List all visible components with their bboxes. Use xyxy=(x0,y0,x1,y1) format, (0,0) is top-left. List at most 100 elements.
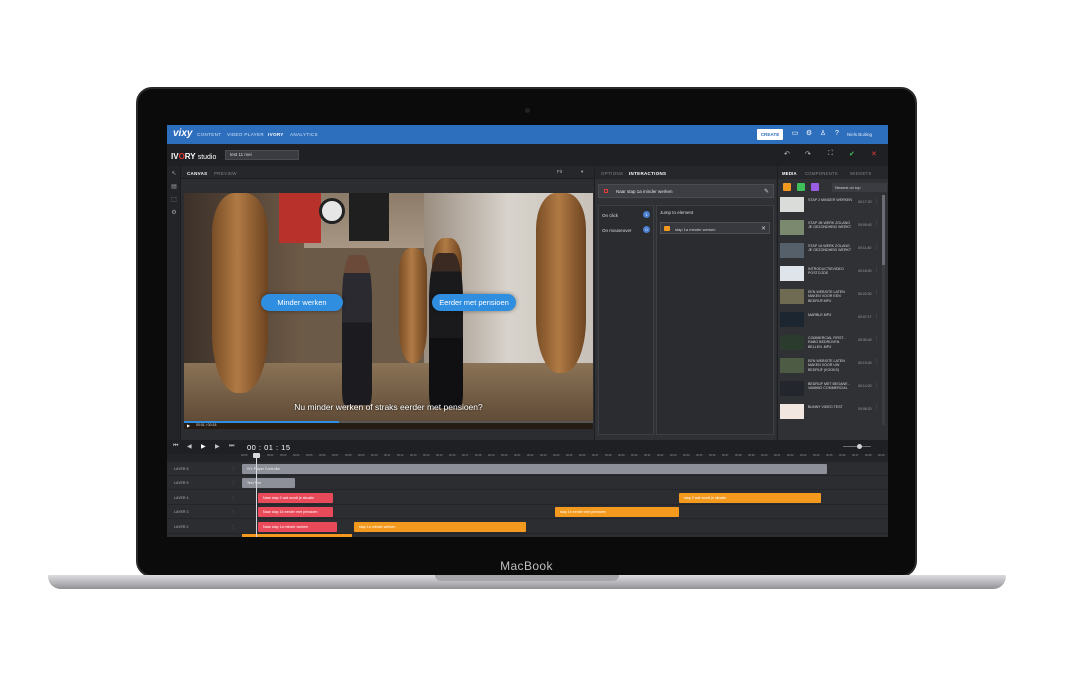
drag-handle-icon[interactable]: ⋮ xyxy=(231,480,235,485)
drag-handle-icon[interactable]: ⋮ xyxy=(231,509,235,514)
skip-start-icon[interactable]: ⏮ xyxy=(173,443,178,450)
fullscreen-icon[interactable]: ⛶ xyxy=(828,150,833,158)
pencil-icon[interactable]: ✎ xyxy=(764,188,769,195)
hotspot-minder-werken[interactable]: Minder werken xyxy=(261,294,343,311)
folder-icon[interactable]: ▭ xyxy=(791,130,799,138)
skip-end-icon[interactable]: ⏭ xyxy=(229,443,234,450)
timeline-ruler[interactable]: 00:0000:0100:0200:0300:0400:0500:0600:07… xyxy=(167,454,888,462)
more-icon[interactable]: ⋮ xyxy=(874,267,879,273)
more-icon[interactable]: ⋮ xyxy=(874,382,879,388)
media-item[interactable]: INTRODUCTIEVIDEO POSTCODE 00:18:00 ⋮ xyxy=(780,265,880,284)
timeline-clip[interactable]: Naar stap 1a minder werken xyxy=(258,521,337,532)
top-nav: vixy CONTENT VIDEO PLAYER IVORY ANALYTIC… xyxy=(167,125,888,144)
video-progress[interactable] xyxy=(184,421,593,423)
user-name[interactable]: Niels Buiting xyxy=(847,132,872,137)
brand-logo[interactable]: vixy xyxy=(173,128,192,139)
ruler-tick-label: 00:05 xyxy=(306,454,313,457)
step-forward-icon[interactable]: ▶ xyxy=(215,443,220,450)
redo-icon[interactable]: ↷ xyxy=(805,150,811,158)
tab-preview[interactable]: PREVIEW xyxy=(214,171,237,176)
nav-analytics[interactable]: ANALYTICS xyxy=(290,132,318,137)
video-stage[interactable]: Minder werken Eerder met pensioen Nu min… xyxy=(184,193,593,429)
settings-tool-icon[interactable]: ⚙ xyxy=(170,209,178,217)
media-item[interactable]: EEN WEBSITE LATEN MAKEN VOOR UW BEDRIJF … xyxy=(780,357,880,376)
timeline-clip[interactable]: Test Text xyxy=(242,478,295,489)
gear-icon[interactable]: ⚙ xyxy=(805,130,813,138)
timeline-transport: ⏮ ◀ ▶ ▶ ⏭ 00 : 01 : 15 xyxy=(167,440,888,454)
nav-content[interactable]: CONTENT xyxy=(197,132,221,137)
nav-ivory[interactable]: IVORY xyxy=(268,132,284,137)
nav-video-player[interactable]: VIDEO PLAYER xyxy=(227,132,264,137)
undo-icon[interactable]: ↶ xyxy=(784,150,790,158)
hotspot-eerder-met-pensioen[interactable]: Eerder met pensioen xyxy=(432,294,516,311)
timeline-clip[interactable]: stap 2 wat wordt je situatie xyxy=(679,492,821,503)
image-filter-icon[interactable] xyxy=(797,183,805,191)
timeline-clip[interactable]: Naar stap 2 wat wordt je situatie xyxy=(258,492,333,503)
more-icon[interactable]: ⋮ xyxy=(874,198,879,204)
tab-canvas[interactable]: CANVAS xyxy=(187,171,207,176)
more-icon[interactable]: ⋮ xyxy=(874,336,879,342)
more-icon[interactable]: ⋮ xyxy=(874,359,879,365)
zoom-select[interactable]: Fit ▾ xyxy=(557,169,587,177)
drag-handle-icon[interactable]: ⋮ xyxy=(231,466,235,471)
ruler-tick-label: 00:03 xyxy=(280,454,287,457)
timeline-clip[interactable]: stap 1a minder werken xyxy=(354,521,526,532)
timeline-clip[interactable]: IVY Player Controller xyxy=(242,464,827,474)
save-check-icon[interactable]: ✔ xyxy=(849,150,855,158)
close-icon[interactable]: ✕ xyxy=(871,150,877,158)
play-icon[interactable]: ▶ xyxy=(201,443,206,450)
media-thumbnail xyxy=(780,404,804,419)
media-item[interactable]: EEN WEBSITE LATEN MAKEN VOOR EEN BEDRIJF… xyxy=(780,288,880,307)
action-type-select[interactable]: Jump to element xyxy=(660,210,768,218)
audio-filter-icon[interactable] xyxy=(811,183,819,191)
project-select[interactable]: test 11 mei xyxy=(225,150,299,160)
play-icon[interactable]: ▶ xyxy=(187,423,190,428)
media-duration: 00:14:20 xyxy=(858,384,872,388)
media-item[interactable]: MARBLE.MP4 00:07:17 ⋮ xyxy=(780,311,880,330)
more-icon[interactable]: ⋮ xyxy=(874,244,879,250)
media-item[interactable]: BUNNY VIDEO TEST 00:08:20 ⋮ xyxy=(780,403,880,422)
hotspot-tool-icon[interactable]: ⬚ xyxy=(170,196,178,204)
boxer-left xyxy=(342,255,372,405)
event-on-mouseover[interactable]: On mouseover xyxy=(602,228,632,233)
layout-tool-icon[interactable]: ▤ xyxy=(170,183,178,191)
tab-interactions[interactable]: INTERACTIONS xyxy=(629,171,666,176)
tab-widgets[interactable]: WIDGETS xyxy=(850,171,871,176)
more-icon[interactable]: ⋮ xyxy=(874,221,879,227)
media-scrollbar[interactable] xyxy=(882,195,885,425)
action-item[interactable]: stap 1a minder werken ✕ xyxy=(660,222,770,234)
more-icon[interactable]: ⋮ xyxy=(874,405,879,411)
more-icon[interactable]: ⋮ xyxy=(874,290,879,296)
tab-components[interactable]: COMPONENTS xyxy=(805,171,838,176)
timeline-scrollbar[interactable] xyxy=(242,534,352,537)
media-item[interactable]: STAP 1B WERK ZOLANG JE GEZONDHEID WERKT 0… xyxy=(780,219,880,238)
more-icon[interactable]: ⋮ xyxy=(874,313,879,319)
create-button[interactable]: CREATE xyxy=(757,129,783,140)
ruler-tick-label: 00:19 xyxy=(488,454,495,457)
video-filter-icon[interactable] xyxy=(783,183,791,191)
interaction-header[interactable]: Naar stap 1a minder werken ✎ xyxy=(598,184,774,198)
drag-handle-icon[interactable]: ⋮ xyxy=(231,495,235,500)
pointer-tool-icon[interactable]: ↖ xyxy=(170,170,178,178)
timeline-clip[interactable]: stap 1b eerder met pensioen xyxy=(555,507,679,518)
media-item[interactable]: STAP 2 MINDER WERKEN 00:17:20 ⋮ xyxy=(780,196,880,215)
help-icon[interactable]: ? xyxy=(833,130,841,138)
media-item[interactable]: BEDRIJF MET BEGANE - VAMMIO COMMERCIAL 00… xyxy=(780,380,880,399)
tab-media[interactable]: MEDIA xyxy=(782,171,797,176)
user-icon[interactable]: ♙ xyxy=(819,130,827,138)
drag-handle-icon[interactable]: ⋮ xyxy=(231,524,235,529)
zoom-slider-knob[interactable] xyxy=(857,444,862,449)
playhead-handle[interactable] xyxy=(253,453,260,458)
media-item[interactable]: STAP 1A WERK ZOLANG JE GEZONDHEID WERKT 0… xyxy=(780,242,880,261)
timeline-clip[interactable]: Naar stap 1b eerder met pensioen xyxy=(258,507,333,518)
sort-select[interactable]: Newest on top xyxy=(832,183,887,192)
event-on-click[interactable]: On click xyxy=(602,213,618,218)
tab-options[interactable]: OPTIONS xyxy=(601,171,623,176)
ruler-tick-label: 00:27 xyxy=(592,454,599,457)
step-back-icon[interactable]: ◀ xyxy=(187,443,192,450)
media-item[interactable]: COMMERCIAL FIRST - RABO BEDRIJVEN BELLEN… xyxy=(780,334,880,353)
scroll-thumb[interactable] xyxy=(882,195,885,265)
remove-icon[interactable]: ✕ xyxy=(761,225,766,232)
media-thumbnail xyxy=(780,381,804,396)
playhead[interactable] xyxy=(256,454,257,537)
